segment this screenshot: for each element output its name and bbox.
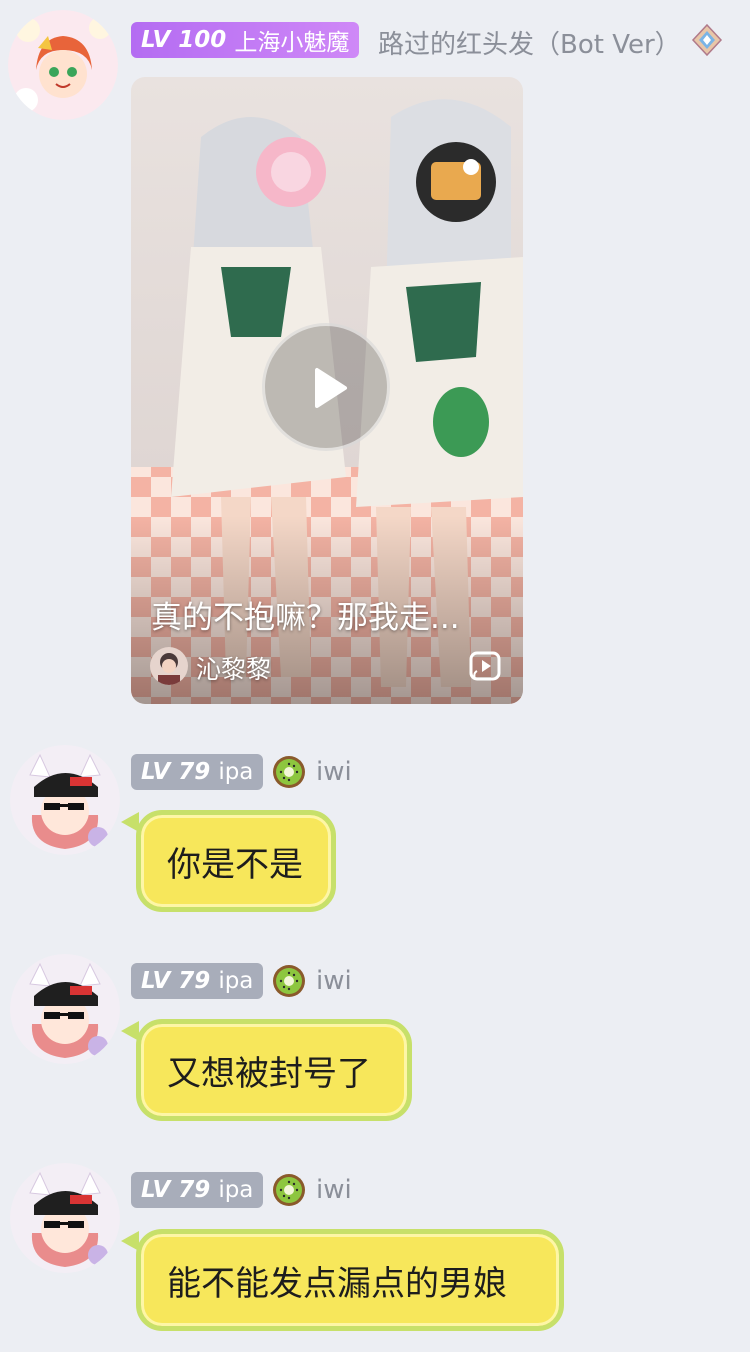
diamond-gem-icon	[691, 23, 723, 57]
level-badge: LV 79 ipa	[131, 963, 264, 999]
kiwi-icon	[273, 756, 305, 788]
sender-name[interactable]: iwi	[316, 757, 352, 787]
author-avatar	[150, 647, 188, 685]
level-badge: LV 79 ipa	[131, 1172, 264, 1208]
message-text: 你是不是	[167, 844, 303, 885]
play-icon	[315, 368, 347, 408]
level-badge: LV 79 ipa	[131, 754, 264, 790]
sender-name[interactable]: iwi	[316, 966, 352, 996]
level-label: LV 79	[141, 759, 211, 785]
author-name: 沁黎黎	[196, 655, 272, 684]
member-title: ipa	[218, 1177, 254, 1203]
member-title: ipa	[218, 759, 254, 785]
video-platform-icon	[469, 651, 501, 681]
video-title: 真的不抱嘛？那我走...	[151, 600, 460, 636]
sender-avatar[interactable]	[10, 745, 120, 855]
message-bubble[interactable]: 又想被封号了	[136, 1019, 412, 1121]
message-bubble[interactable]: 能不能发点漏点的男娘	[136, 1229, 564, 1331]
level-label: LV 79	[141, 968, 211, 994]
sender-name[interactable]: 路过的红头发（Bot Ver）	[378, 24, 681, 61]
level-label: LV 100	[141, 27, 227, 53]
message-text: 能不能发点漏点的男娘	[167, 1263, 507, 1304]
level-badge: LV 100 上海小魅魔	[131, 22, 360, 58]
member-title: 上海小魅魔	[234, 30, 350, 56]
sender-avatar[interactable]	[8, 10, 118, 120]
kiwi-icon	[273, 965, 305, 997]
play-button[interactable]	[262, 323, 390, 451]
sender-avatar[interactable]	[10, 954, 120, 1064]
sender-avatar[interactable]	[10, 1163, 120, 1273]
sender-name[interactable]: iwi	[316, 1175, 352, 1205]
level-label: LV 79	[141, 1177, 211, 1203]
message-bubble[interactable]: 你是不是	[136, 810, 336, 912]
member-title: ipa	[218, 968, 254, 994]
kiwi-icon	[273, 1174, 305, 1206]
message-text: 又想被封号了	[167, 1053, 371, 1094]
